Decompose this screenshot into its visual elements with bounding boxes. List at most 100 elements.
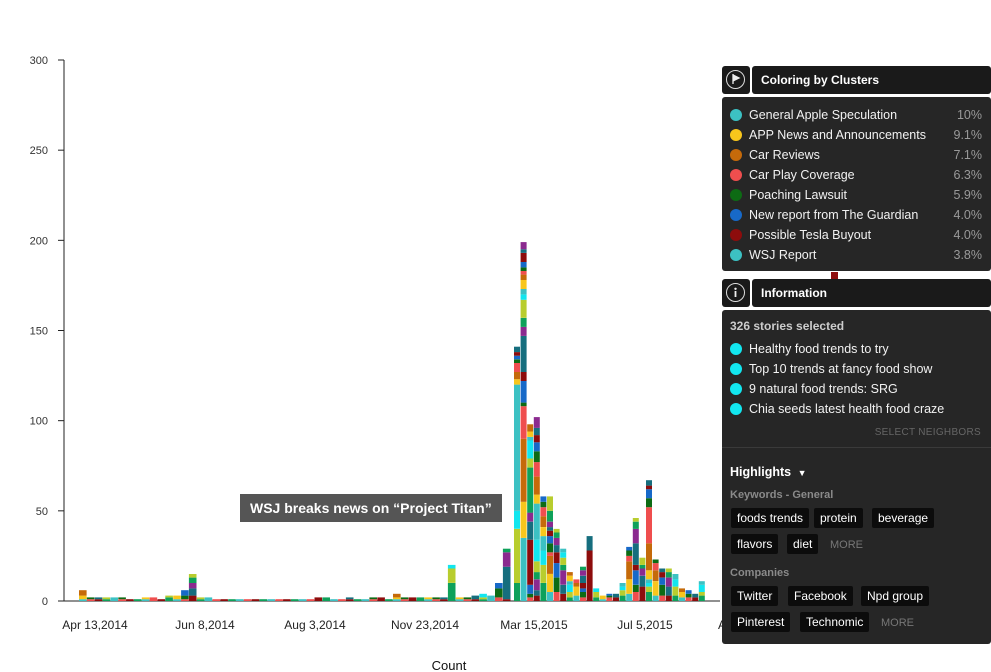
bar-segment[interactable] <box>514 363 520 372</box>
bar-segment[interactable] <box>520 372 527 381</box>
bar-segment[interactable] <box>553 532 560 538</box>
bar-segment[interactable] <box>580 583 586 589</box>
bar-segment[interactable] <box>188 588 197 596</box>
bar-segment[interactable] <box>520 242 527 250</box>
bar-segment[interactable] <box>560 584 567 594</box>
bar-segment[interactable] <box>553 563 560 578</box>
bar-segment[interactable] <box>385 599 393 601</box>
bar-segment[interactable] <box>533 579 540 591</box>
bar-segment[interactable] <box>533 417 540 428</box>
bar-segment[interactable] <box>220 599 228 601</box>
bar-segment[interactable] <box>520 294 527 300</box>
bar-segment[interactable] <box>188 583 197 589</box>
bar-segment[interactable] <box>692 593 699 598</box>
bar-segment[interactable] <box>133 599 142 601</box>
bar-segment[interactable] <box>692 597 699 601</box>
bar-segment[interactable] <box>639 557 646 565</box>
bar-segment[interactable] <box>672 595 679 601</box>
bar-segment[interactable] <box>646 570 652 580</box>
bar-segment[interactable] <box>432 599 440 601</box>
bar-segment[interactable] <box>580 592 586 598</box>
select-neighbors-button[interactable]: SELECT NEIGHBORS <box>875 427 981 438</box>
bar-segment[interactable] <box>540 527 547 537</box>
bar-segment[interactable] <box>432 597 440 600</box>
bar-segment[interactable] <box>533 451 540 463</box>
bar-segment[interactable] <box>527 424 534 432</box>
bar-segment[interactable] <box>520 271 527 275</box>
bar-segment[interactable] <box>573 586 580 596</box>
bar-segment[interactable] <box>553 545 560 553</box>
bar-segment[interactable] <box>157 599 166 601</box>
bar-segment[interactable] <box>102 599 111 601</box>
bar-segment[interactable] <box>547 552 553 556</box>
company-chip[interactable]: Pinterest <box>731 612 791 632</box>
bar-segment[interactable] <box>520 438 527 502</box>
bar-segment[interactable] <box>188 574 197 578</box>
cluster-item[interactable]: Possible Tesla Buyout 4.0% <box>730 225 982 245</box>
bar-segment[interactable] <box>560 570 567 585</box>
bar-segment[interactable] <box>659 595 666 601</box>
bar-segment[interactable] <box>553 537 560 546</box>
bar-segment[interactable] <box>455 597 464 600</box>
bar-segment[interactable] <box>212 599 220 601</box>
bar-segment[interactable] <box>672 579 679 587</box>
bar-segment[interactable] <box>188 577 197 583</box>
keyword-chip[interactable]: protein <box>814 508 863 528</box>
bar-segment[interactable] <box>698 584 705 592</box>
bar-segment[interactable] <box>593 597 600 601</box>
bar-segment[interactable] <box>447 583 456 601</box>
keyword-chip[interactable]: beverage <box>872 508 935 528</box>
bar-segment[interactable] <box>553 592 560 601</box>
bar-segment[interactable] <box>560 564 567 571</box>
bar-segment[interactable] <box>646 507 652 544</box>
bar-segment[interactable] <box>283 599 291 601</box>
bar-segment[interactable] <box>685 590 692 594</box>
bar-segment[interactable] <box>243 599 252 601</box>
bar-segment[interactable] <box>141 599 150 601</box>
bar-segment[interactable] <box>540 550 547 565</box>
keyword-chip[interactable]: diet <box>787 534 819 554</box>
keyword-chip[interactable]: flavors <box>731 534 779 554</box>
bar-segment[interactable] <box>613 593 619 598</box>
bar-segment[interactable] <box>586 536 593 551</box>
bar-segment[interactable] <box>573 579 580 583</box>
bar-segment[interactable] <box>698 595 705 601</box>
bar-segment[interactable] <box>149 597 158 601</box>
bar-segment[interactable] <box>393 597 401 600</box>
bar-segment[interactable] <box>646 489 652 499</box>
bar-segment[interactable] <box>626 546 633 551</box>
bar-segment[interactable] <box>447 568 456 583</box>
bar-segment[interactable] <box>520 267 527 271</box>
bar-segment[interactable] <box>659 584 666 596</box>
bar-segment[interactable] <box>646 586 652 592</box>
bar-segment[interactable] <box>665 586 672 596</box>
bar-segment[interactable] <box>514 510 520 529</box>
bar-segment[interactable] <box>626 593 633 601</box>
bar-segment[interactable] <box>416 597 425 601</box>
bar-segment[interactable] <box>141 597 150 600</box>
bar-segment[interactable] <box>314 597 323 601</box>
bar-segment[interactable] <box>652 595 659 601</box>
bar-segment[interactable] <box>400 597 409 600</box>
bar-segment[interactable] <box>533 539 540 562</box>
bar-segment[interactable] <box>533 427 540 436</box>
bar-segment[interactable] <box>290 599 299 601</box>
bar-segment[interactable] <box>606 597 613 601</box>
bar-segment[interactable] <box>632 564 639 571</box>
bar-segment[interactable] <box>110 597 118 601</box>
company-chip[interactable]: Facebook <box>788 586 853 606</box>
bar-segment[interactable] <box>547 530 553 537</box>
bar-segment[interactable] <box>646 480 652 486</box>
bar-segment[interactable] <box>580 570 586 576</box>
bar-segment[interactable] <box>345 597 354 600</box>
bar-segment[interactable] <box>514 583 520 601</box>
bar-segment[interactable] <box>495 597 503 601</box>
bar-segment[interactable] <box>586 550 593 602</box>
bar-segment[interactable] <box>619 586 626 591</box>
bar-segment[interactable] <box>188 595 197 601</box>
bar-segment[interactable] <box>685 593 692 598</box>
bar-segment[interactable] <box>646 543 652 571</box>
bar-segment[interactable] <box>665 577 672 587</box>
bar-segment[interactable] <box>487 595 495 601</box>
bar-segment[interactable] <box>520 280 527 289</box>
